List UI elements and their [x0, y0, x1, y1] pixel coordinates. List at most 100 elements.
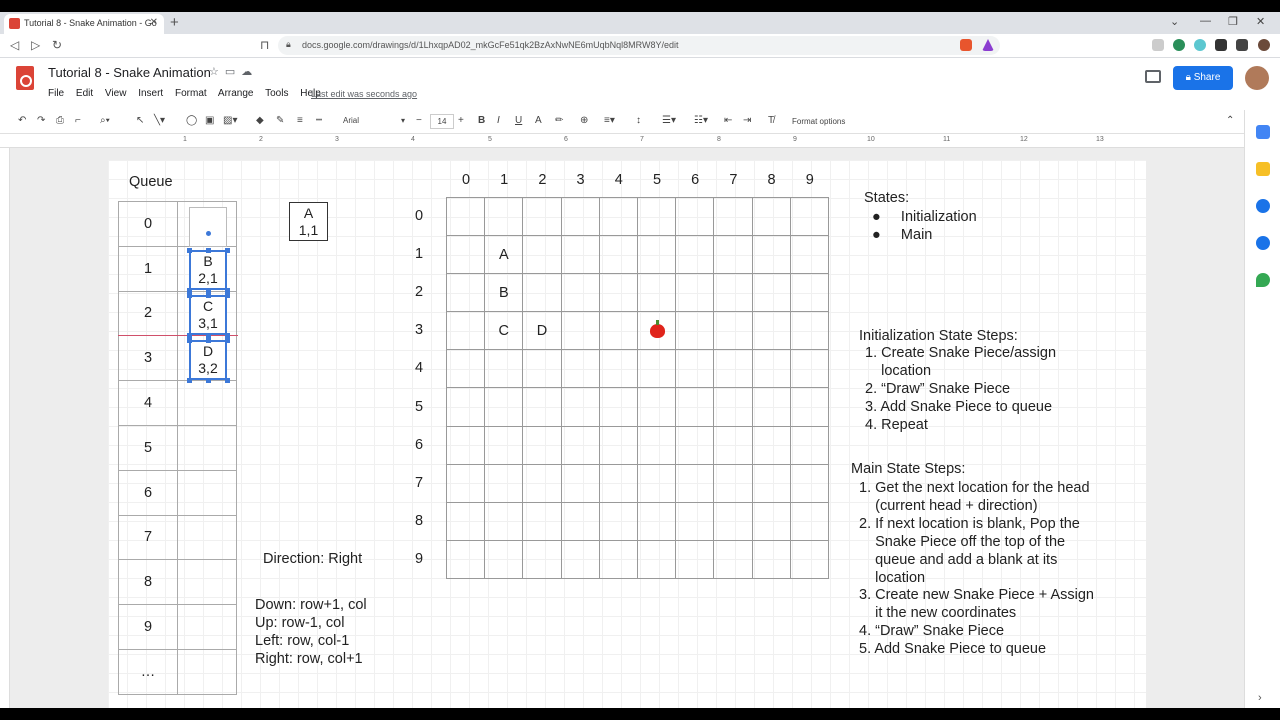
- grid-cell[interactable]: [445, 311, 486, 351]
- italic-button[interactable]: I: [497, 115, 500, 126]
- grid-cell[interactable]: [484, 196, 524, 237]
- comments-icon[interactable]: [1145, 70, 1161, 83]
- grid-cell[interactable]: [636, 539, 677, 579]
- selection-handle[interactable]: [187, 377, 192, 383]
- font-size-input[interactable]: 14: [430, 114, 454, 129]
- grid-cell[interactable]: [445, 273, 486, 313]
- image-icon[interactable]: ▨▾: [223, 115, 237, 126]
- close-tab-icon[interactable]: ✕: [150, 17, 158, 28]
- select-icon[interactable]: ↖: [136, 115, 144, 126]
- format-options-button[interactable]: Format options: [792, 117, 845, 126]
- grid-cell[interactable]: [598, 463, 638, 503]
- grid-cell[interactable]: [713, 387, 753, 427]
- calendar-icon[interactable]: [1256, 125, 1270, 139]
- queue-slot[interactable]: [177, 469, 237, 516]
- chevron-right-icon[interactable]: ›: [1258, 692, 1262, 704]
- grid-cell[interactable]: [636, 196, 677, 237]
- grid-cell[interactable]: [445, 501, 486, 541]
- grid-cell[interactable]: [522, 273, 562, 313]
- selection-handle[interactable]: [206, 377, 211, 383]
- grid-cell[interactable]: [789, 273, 829, 313]
- grid-cell[interactable]: [713, 425, 753, 465]
- grid-cell[interactable]: [751, 196, 791, 237]
- grid-cell[interactable]: [445, 349, 486, 389]
- zoom-icon[interactable]: ⌕▾: [100, 115, 110, 126]
- grid-cell[interactable]: [522, 539, 562, 579]
- decrease-font-icon[interactable]: −: [416, 115, 422, 126]
- grid-cell[interactable]: [713, 196, 753, 237]
- grid-cell[interactable]: [484, 349, 524, 389]
- grid-cell[interactable]: [713, 235, 753, 275]
- queue-slot[interactable]: [177, 604, 237, 650]
- grid-cell[interactable]: [713, 349, 753, 389]
- address-bar[interactable]: 🔒︎ docs.google.com/drawings/d/1LhxqpAD02…: [278, 36, 1000, 55]
- menu-insert[interactable]: Insert: [138, 88, 163, 99]
- grid-cell[interactable]: [598, 425, 638, 465]
- grid-cell[interactable]: [560, 235, 600, 275]
- grid-cell[interactable]: [789, 235, 829, 275]
- selection-handle[interactable]: [187, 248, 192, 253]
- grid-cell[interactable]: [598, 235, 638, 275]
- increase-font-icon[interactable]: +: [458, 115, 464, 126]
- grid-cell[interactable]: [560, 349, 600, 389]
- grid-cell[interactable]: [598, 387, 638, 427]
- shape-icon[interactable]: ◯: [186, 115, 197, 126]
- grid-cell[interactable]: [484, 501, 524, 541]
- grid-cell[interactable]: [675, 387, 715, 427]
- highlight-icon[interactable]: ✏: [555, 115, 563, 126]
- grid-cell[interactable]: [522, 196, 562, 237]
- grid-cell[interactable]: [675, 273, 715, 313]
- print-icon[interactable]: ⎙: [56, 115, 64, 126]
- grid-cell[interactable]: [598, 501, 638, 541]
- grid-cell[interactable]: A: [484, 235, 524, 275]
- grid-cell[interactable]: [445, 387, 486, 427]
- extension-icon[interactable]: [1152, 39, 1164, 51]
- grid-cell[interactable]: [522, 387, 562, 427]
- grid-cell[interactable]: [522, 235, 562, 275]
- share-button[interactable]: 🔒︎ Share: [1173, 66, 1233, 90]
- tasks-icon[interactable]: [1256, 199, 1270, 213]
- grid-cell[interactable]: [636, 425, 677, 465]
- grid-cell[interactable]: [484, 539, 524, 579]
- grid-cell[interactable]: [560, 273, 600, 313]
- menu-view[interactable]: View: [105, 88, 127, 99]
- grid-cell[interactable]: [751, 273, 791, 313]
- insert-link-icon[interactable]: ⊕: [580, 115, 588, 126]
- grid-cell[interactable]: [445, 539, 486, 579]
- bulleted-list-icon[interactable]: ☰▾: [662, 115, 676, 126]
- grid-cell[interactable]: C: [484, 311, 524, 351]
- grid-cell[interactable]: [445, 196, 486, 237]
- grid-cell[interactable]: [636, 387, 677, 427]
- text-box-icon[interactable]: ▣: [205, 115, 214, 126]
- grid-cell[interactable]: [598, 273, 638, 313]
- grid-cell[interactable]: [713, 463, 753, 503]
- align-icon[interactable]: ≡▾: [604, 115, 615, 126]
- grid-cell[interactable]: [751, 425, 791, 465]
- selection-handle[interactable]: [206, 292, 211, 298]
- grid-cell[interactable]: [675, 425, 715, 465]
- grid-cell[interactable]: [751, 539, 791, 579]
- queue-slot[interactable]: [177, 559, 237, 606]
- contacts-icon[interactable]: [1256, 236, 1270, 250]
- decrease-indent-icon[interactable]: ⇤: [724, 115, 732, 126]
- grid-cell[interactable]: [751, 349, 791, 389]
- grid-cell[interactable]: [789, 463, 829, 503]
- grid-cell[interactable]: [484, 425, 524, 465]
- snake-piece-a[interactable]: A 1,1: [289, 202, 328, 241]
- grid-cell[interactable]: [598, 539, 638, 579]
- reload-icon[interactable]: ↻: [52, 38, 62, 52]
- paint-format-icon[interactable]: ⌐: [75, 115, 81, 126]
- fill-color-icon[interactable]: ◆: [256, 115, 264, 126]
- extension-icon[interactable]: [1173, 39, 1185, 51]
- grid-cell[interactable]: [789, 425, 829, 465]
- selection-handle[interactable]: [225, 377, 230, 383]
- grid-cell[interactable]: [789, 501, 829, 541]
- selection-handle[interactable]: [206, 337, 211, 343]
- grid-cell[interactable]: [789, 349, 829, 389]
- increase-indent-icon[interactable]: ⇥: [743, 115, 751, 126]
- grid-cell[interactable]: [675, 349, 715, 389]
- bookmark-icon[interactable]: ⊓: [260, 38, 269, 52]
- grid-cell[interactable]: [789, 539, 829, 579]
- tab-search-icon[interactable]: ⌄: [1170, 15, 1179, 28]
- redo-icon[interactable]: ↷: [37, 115, 45, 126]
